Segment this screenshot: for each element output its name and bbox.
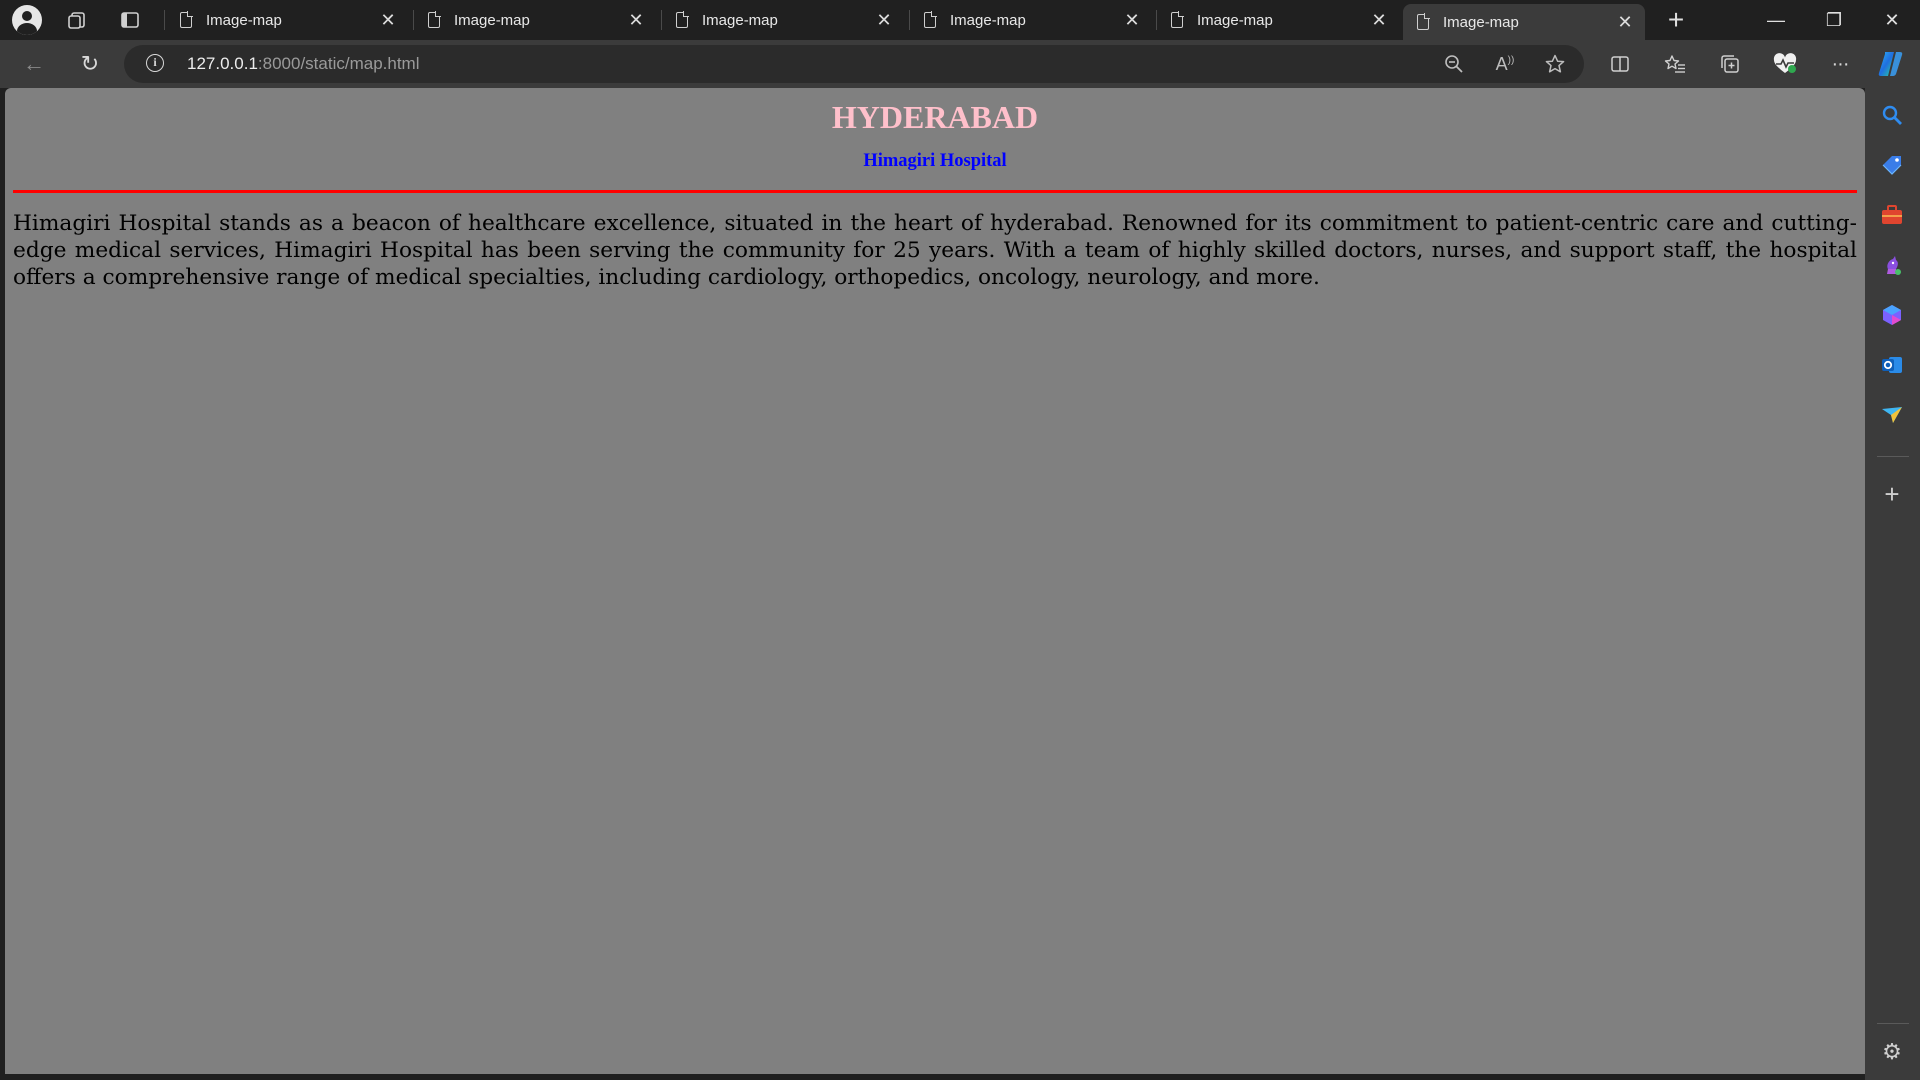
vertical-tabs-icon xyxy=(121,12,139,28)
outlook-icon[interactable] xyxy=(1879,352,1905,378)
url-text[interactable]: 127.0.0.1:8000/static/map.html xyxy=(187,54,419,74)
edge-sidebar: + ⚙ xyxy=(1865,88,1920,1080)
page-icon xyxy=(428,11,441,28)
browser-essentials-button[interactable] xyxy=(1767,48,1803,80)
zoom-out-icon[interactable] xyxy=(1438,49,1470,79)
tab-image-map-1[interactable]: Image-map ✕ xyxy=(166,4,408,36)
page-icon xyxy=(1171,11,1184,28)
search-icon[interactable] xyxy=(1879,102,1905,128)
url-path: :8000/static/map.html xyxy=(257,54,420,73)
url-host: 127.0.0.1 xyxy=(187,54,258,73)
favorites-button[interactable] xyxy=(1657,48,1693,80)
page-icon xyxy=(180,11,193,28)
add-sidebar-app-button[interactable]: + xyxy=(1879,479,1905,509)
page-icon xyxy=(924,11,937,28)
close-tab-icon[interactable]: ✕ xyxy=(870,10,898,31)
page-viewport: HYDERABAD Himagiri Hospital Himagiri Hos… xyxy=(5,88,1865,1074)
address-bar[interactable]: i 127.0.0.1:8000/static/map.html A)) xyxy=(124,45,1584,83)
close-tab-icon[interactable]: ✕ xyxy=(374,10,402,31)
tab-image-map-3[interactable]: Image-map ✕ xyxy=(662,4,904,36)
tab-image-map-active[interactable]: Image-map ✕ xyxy=(1403,4,1645,40)
tab-title: Image-map xyxy=(454,11,530,29)
favorites-list-icon xyxy=(1664,55,1685,73)
close-tab-icon[interactable]: ✕ xyxy=(1611,12,1639,33)
more-options-button[interactable]: ··· xyxy=(1822,48,1858,80)
profile-avatar-icon xyxy=(12,5,42,35)
description-paragraph: Himagiri Hospital stands as a beacon of … xyxy=(13,211,1857,290)
profile-button[interactable] xyxy=(7,4,47,36)
workspaces-icon xyxy=(68,12,85,29)
tools-icon[interactable] xyxy=(1879,202,1905,228)
tab-actions-button[interactable] xyxy=(110,4,150,36)
heart-pulse-icon xyxy=(1773,53,1797,73)
tab-image-map-4[interactable]: Image-map ✕ xyxy=(910,4,1152,36)
close-window-button[interactable]: ✕ xyxy=(1864,0,1920,40)
page-title: HYDERABAD xyxy=(831,99,1039,135)
tab-image-map-5[interactable]: Image-map ✕ xyxy=(1157,4,1399,36)
page-icon xyxy=(676,11,689,28)
collections-button[interactable] xyxy=(1712,48,1748,80)
sidebar-settings-icon[interactable]: ⚙ xyxy=(1879,1039,1905,1065)
games-icon[interactable] xyxy=(1879,252,1905,278)
tab-strip: Image-map ✕ Image-map ✕ Image-map ✕ Imag… xyxy=(0,0,1920,40)
horizontal-rule xyxy=(13,190,1857,193)
sidebar-divider xyxy=(1877,1023,1909,1024)
tab-title: Image-map xyxy=(950,11,1026,29)
browser-toolbar: ← ↻ i 127.0.0.1:8000/static/map.html A))… xyxy=(0,40,1920,88)
favorite-star-icon[interactable] xyxy=(1539,49,1571,79)
tab-title: Image-map xyxy=(1443,13,1519,31)
close-tab-icon[interactable]: ✕ xyxy=(1118,10,1146,31)
new-tab-button[interactable]: + xyxy=(1656,4,1696,36)
minimize-button[interactable]: — xyxy=(1748,0,1804,40)
tab-title: Image-map xyxy=(1197,11,1273,29)
restore-button[interactable]: ❐ xyxy=(1806,0,1862,40)
tab-title: Image-map xyxy=(702,11,778,29)
page-subtitle: Himagiri Hospital xyxy=(863,151,1007,171)
sidebar-divider xyxy=(1877,456,1909,457)
close-tab-icon[interactable]: ✕ xyxy=(622,10,650,31)
reload-button[interactable]: ↻ xyxy=(72,48,108,80)
tab-separator xyxy=(164,10,165,30)
send-icon[interactable] xyxy=(1879,402,1905,428)
split-screen-icon xyxy=(1611,56,1629,72)
read-aloud-icon[interactable]: A)) xyxy=(1489,49,1521,79)
copilot-sidebar-icon[interactable] xyxy=(1879,302,1905,328)
tab-title: Image-map xyxy=(206,11,282,29)
collections-icon xyxy=(1721,55,1739,73)
site-info-icon[interactable]: i xyxy=(146,54,164,72)
back-button[interactable]: ← xyxy=(16,48,52,80)
page-icon xyxy=(1417,13,1430,30)
tab-image-map-2[interactable]: Image-map ✕ xyxy=(414,4,656,36)
split-screen-button[interactable] xyxy=(1602,48,1638,80)
close-tab-icon[interactable]: ✕ xyxy=(1365,10,1393,31)
shopping-tag-icon[interactable] xyxy=(1879,152,1905,178)
copilot-icon xyxy=(1878,52,1903,76)
workspaces-button[interactable] xyxy=(57,4,97,36)
copilot-button[interactable] xyxy=(1874,48,1910,80)
